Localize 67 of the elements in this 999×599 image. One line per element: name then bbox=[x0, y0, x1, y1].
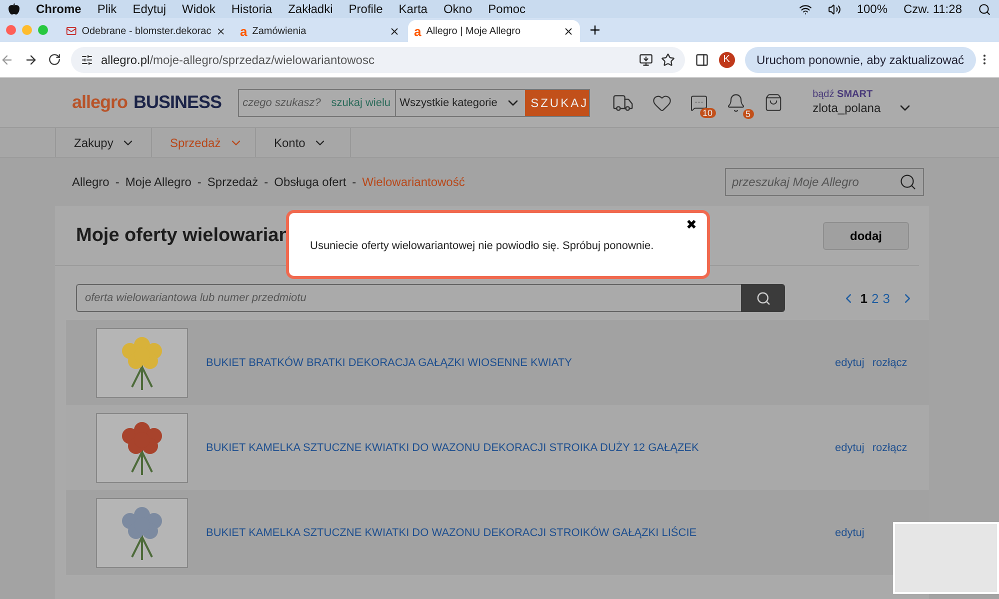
split-link[interactable]: rozłącz bbox=[872, 442, 908, 454]
add-button[interactable]: dodaj bbox=[823, 222, 909, 250]
search-icon[interactable] bbox=[978, 2, 991, 16]
menu-item[interactable]: Widok bbox=[182, 2, 216, 16]
edit-link[interactable]: edytuj bbox=[835, 442, 864, 454]
logo[interactable]: allegro BUSINESS bbox=[72, 92, 222, 113]
site-settings-icon[interactable] bbox=[81, 54, 93, 66]
browser-tab[interactable]: a Zamówienia bbox=[234, 20, 406, 42]
count-badge: 10 bbox=[700, 108, 716, 118]
search-icon bbox=[899, 173, 917, 191]
close-button[interactable]: ✖ bbox=[686, 217, 697, 232]
menu-item[interactable]: Edytuj bbox=[132, 2, 166, 16]
heart-icon[interactable] bbox=[652, 92, 672, 112]
wifi-icon[interactable] bbox=[798, 2, 812, 16]
search-icon bbox=[756, 290, 770, 306]
menu-item[interactable]: Pomoc bbox=[488, 2, 526, 16]
install-icon[interactable] bbox=[638, 52, 653, 66]
breadcrumb-separator: - bbox=[264, 175, 268, 189]
apple-icon[interactable] bbox=[8, 3, 20, 15]
menu-item[interactable]: Zakładki bbox=[288, 2, 333, 16]
site-favicon: a bbox=[240, 24, 248, 38]
breadcrumb-link[interactable]: Moje Allegro bbox=[125, 175, 192, 189]
new-tab-icon[interactable] bbox=[588, 23, 602, 37]
clock: Czw. 11:28 bbox=[904, 2, 962, 16]
bell-icon[interactable] bbox=[726, 92, 746, 112]
menu-item[interactable]: Karta bbox=[398, 2, 428, 16]
breadcrumb-link[interactable]: Allegro bbox=[72, 175, 110, 189]
page-link[interactable]: 1 bbox=[860, 290, 868, 306]
forward-icon[interactable] bbox=[24, 52, 38, 66]
close-icon[interactable] bbox=[563, 26, 574, 36]
side-panel-icon[interactable] bbox=[694, 52, 709, 66]
breadcrumb-link[interactable]: Obsługa ofert bbox=[274, 175, 346, 189]
site-favicon: a bbox=[414, 24, 422, 38]
mail-icon bbox=[66, 25, 77, 37]
profile-avatar[interactable]: K bbox=[718, 52, 735, 68]
error-message: Usuniecie oferty wielowariantowej nie powiodło się. Spróbuj ponownie. bbox=[310, 240, 654, 252]
menu-item[interactable]: Okno bbox=[443, 2, 472, 16]
smart-label: bądź SMART bbox=[812, 89, 874, 100]
menu-item[interactable]: Historia bbox=[231, 2, 272, 16]
update-button[interactable]: Uruchom ponownie, aby zaktualizować bbox=[744, 46, 976, 72]
address-field[interactable]: allegro.pl/moje-allegro/sprzedaz/wielowariantowosc bbox=[71, 46, 685, 72]
browser-tab[interactable]: Odebrane - blomster.dekorac bbox=[60, 20, 232, 42]
close-icon[interactable] bbox=[389, 26, 400, 36]
close-icon[interactable] bbox=[216, 26, 226, 36]
nav-tab[interactable]: Konto bbox=[255, 128, 351, 157]
breadcrumb-separator: - bbox=[197, 175, 202, 189]
offer-title-link[interactable]: BUKIET KAMELKA SZTUCZNE KWIATKI DO WAZONU DEKORACJI STROIKA DUŻY 12 GAŁĄZEK bbox=[206, 442, 827, 454]
bookmark-icon[interactable] bbox=[660, 52, 675, 66]
breadcrumb-separator: - bbox=[352, 175, 356, 189]
breadcrumb-link[interactable]: Sprzedaż bbox=[207, 175, 258, 189]
battery-text: 100% bbox=[856, 2, 888, 16]
menu-item[interactable]: Profile bbox=[348, 2, 383, 16]
page-title: Moje oferty wielowarian bbox=[76, 224, 290, 246]
count-badge: 5 bbox=[742, 108, 754, 118]
menu-item[interactable]: Chrome bbox=[36, 2, 82, 16]
reload-icon[interactable] bbox=[48, 53, 61, 66]
back-icon[interactable] bbox=[0, 52, 14, 66]
bag-icon[interactable] bbox=[764, 93, 783, 112]
breadcrumb-separator: - bbox=[115, 175, 120, 189]
user-menu[interactable]: zlota_polana bbox=[812, 100, 913, 116]
volume-icon[interactable] bbox=[828, 2, 841, 16]
browser-tab[interactable]: a Allegro | Moje Allegro bbox=[408, 20, 580, 42]
nav-tab[interactable]: Zakupy bbox=[55, 128, 151, 157]
menu-item[interactable]: Plik bbox=[97, 2, 117, 16]
chat-icon[interactable] bbox=[690, 94, 708, 112]
screenshot-thumbnail[interactable] bbox=[893, 522, 999, 594]
search-button[interactable] bbox=[741, 284, 785, 312]
